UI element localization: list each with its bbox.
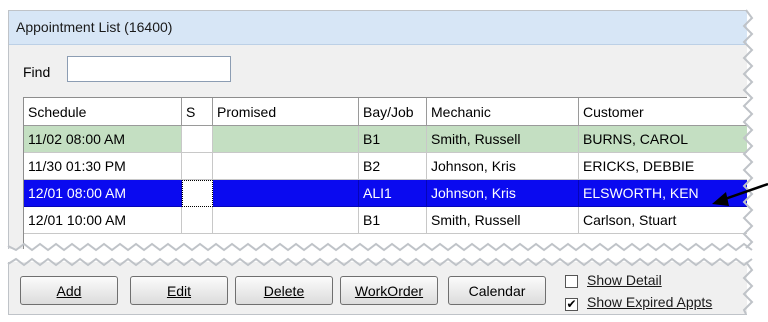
- torn-edge-top-bottom: [7, 242, 753, 252]
- torn-edge-bottom-top: [7, 257, 753, 267]
- torn-edge-right: [742, 9, 754, 249]
- arrow-pointer-icon: [712, 182, 768, 206]
- torn-edges-overlay: [7, 9, 768, 315]
- torn-edge-bottom-right: [742, 261, 754, 315]
- screenshot: Appointment List (16400) Find Schedule S…: [0, 0, 768, 322]
